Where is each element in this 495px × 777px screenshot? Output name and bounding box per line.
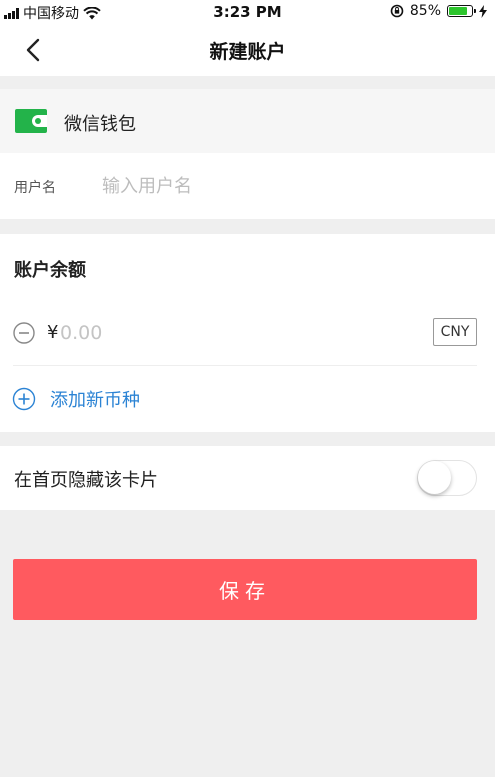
- battery-icon: [447, 5, 476, 17]
- add-currency-button[interactable]: 添加新币种: [12, 384, 140, 414]
- username-label: 用户名: [14, 180, 56, 196]
- currency-symbol: ¥: [47, 322, 59, 343]
- add-currency-label: 添加新币种: [50, 390, 140, 411]
- balance-card: 账户余额 ¥ CNY 添加新币种: [0, 234, 495, 432]
- nav-bar: 新建账户: [0, 24, 495, 76]
- orientation-lock-icon: [390, 4, 404, 18]
- divider: [13, 365, 477, 366]
- save-button[interactable]: 保存: [13, 559, 477, 620]
- status-bar: 中国移动 3:23 PM 85%: [0, 0, 495, 24]
- wallet-icon: [15, 109, 47, 133]
- battery-percent: 85%: [409, 3, 441, 19]
- hide-card-toggle[interactable]: [417, 460, 477, 496]
- amount-row: ¥ CNY: [0, 314, 495, 366]
- username-input[interactable]: [102, 169, 472, 203]
- balance-title: 账户余额: [14, 260, 86, 281]
- status-right: 85%: [390, 3, 487, 19]
- charging-icon: [479, 4, 487, 18]
- amount-input[interactable]: [60, 320, 360, 346]
- page-title: 新建账户: [209, 41, 286, 63]
- hide-card-row: 在首页隐藏该卡片: [0, 446, 495, 510]
- username-row: 用户名: [0, 153, 495, 219]
- currency-selector[interactable]: CNY: [433, 318, 477, 346]
- hide-card-label: 在首页隐藏该卡片: [14, 470, 158, 491]
- toggle-knob: [418, 461, 451, 494]
- minus-circle-icon[interactable]: [13, 322, 35, 344]
- plus-circle-icon: [12, 387, 36, 411]
- wallet-type-label: 微信钱包: [64, 114, 136, 135]
- wallet-type-row[interactable]: 微信钱包: [0, 89, 495, 153]
